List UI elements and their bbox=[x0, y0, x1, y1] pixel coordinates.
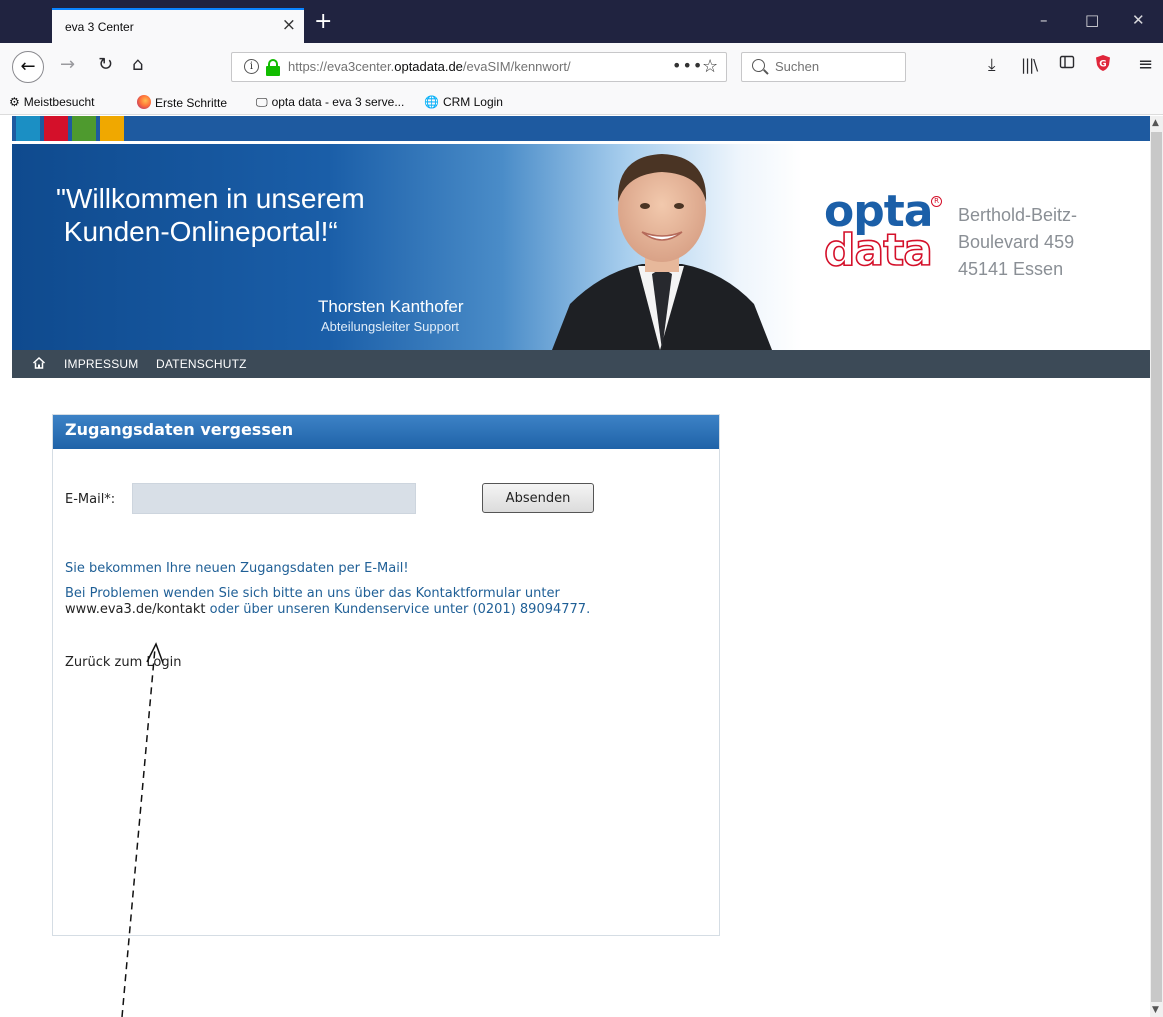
scrollbar[interactable]: ▲ ▼ bbox=[1150, 116, 1163, 1017]
new-tab-icon[interactable]: + bbox=[314, 10, 332, 34]
lock-icon[interactable] bbox=[266, 59, 280, 76]
scroll-thumb[interactable] bbox=[1151, 132, 1162, 1002]
person-role: Abteilungsleiter Support bbox=[321, 319, 460, 334]
url-bar[interactable]: i https://eva3center.optadata.de/evaSIM/… bbox=[231, 52, 727, 82]
tab-close-icon[interactable]: × bbox=[282, 14, 296, 36]
forgot-credentials-panel: Zugangsdaten vergessen E-Mail*: Absenden… bbox=[52, 414, 720, 936]
support-phone-text: oder über unseren Kundenservice unter (0… bbox=[205, 602, 591, 617]
bookmark-meistbesucht[interactable]: ⚙ Meistbesucht bbox=[9, 95, 94, 109]
menu-impressum[interactable]: IMPRESSUM bbox=[64, 357, 138, 371]
site-menu: IMPRESSUM DATENSCHUTZ bbox=[12, 350, 1150, 378]
address-line: Berthold-Beitz- bbox=[958, 205, 1078, 225]
address-line: Boulevard 459 bbox=[958, 232, 1075, 252]
search-icon bbox=[752, 59, 765, 72]
info-text: Sie bekommen Ihre neuen Zugangsdaten per… bbox=[65, 561, 409, 576]
close-window-icon[interactable]: ✕ bbox=[1132, 10, 1145, 30]
home-icon[interactable] bbox=[32, 356, 46, 370]
shield-extension-icon[interactable]: G bbox=[1095, 54, 1111, 78]
menu-datenschutz[interactable]: DATENSCHUTZ bbox=[156, 357, 247, 371]
color-square-blue bbox=[16, 116, 40, 141]
contact-link[interactable]: www.eva3.de/kontakt bbox=[65, 602, 205, 617]
email-label: E-Mail*: bbox=[65, 492, 116, 507]
logo-data: data bbox=[823, 225, 934, 276]
bookmark-star-icon[interactable]: ☆ bbox=[702, 56, 718, 77]
support-line: Bei Problemen wenden Sie sich bitte an u… bbox=[65, 586, 560, 601]
tab-eva3-center[interactable]: eva 3 Center × bbox=[52, 8, 304, 43]
firefox-icon bbox=[137, 95, 151, 109]
forward-icon[interactable]: → bbox=[60, 54, 75, 76]
color-square-red bbox=[44, 116, 68, 141]
submit-button[interactable]: Absenden bbox=[482, 483, 594, 513]
sidebar-icon[interactable] bbox=[1059, 54, 1075, 76]
registered-mark: R bbox=[931, 196, 942, 207]
bookmark-erste-schritte[interactable]: Erste Schritte bbox=[137, 95, 227, 110]
download-icon[interactable]: ⤓ bbox=[988, 54, 996, 76]
bookmark-opta-data[interactable]: 🖵 opta data - eva 3 serve... bbox=[256, 95, 404, 110]
panel-title: Zugangsdaten vergessen bbox=[53, 415, 719, 449]
person-name: Thorsten Kanthofer bbox=[318, 297, 464, 316]
welcome-text: "Willkommen in unserem Kunden-Onlineport… bbox=[56, 183, 365, 247]
scroll-up-icon[interactable]: ▲ bbox=[1152, 118, 1159, 128]
company-address: Berthold-Beitz- Boulevard 459 45141 Esse… bbox=[958, 202, 1077, 283]
library-icon[interactable]: |||\ bbox=[1021, 54, 1038, 76]
search-placeholder: Suchen bbox=[775, 59, 820, 74]
support-text: Bei Problemen wenden Sie sich bitte an u… bbox=[65, 586, 590, 618]
minimize-icon[interactable]: – bbox=[1040, 10, 1048, 30]
gear-icon: ⚙ bbox=[9, 95, 20, 109]
scroll-down-icon[interactable]: ▼ bbox=[1152, 1005, 1159, 1015]
page-actions-icon[interactable]: ••• bbox=[672, 56, 703, 75]
navigation-toolbar: ← → ↻ ⌂ i https://eva3center.optadata.de… bbox=[0, 43, 1163, 90]
menu-icon[interactable]: ≡ bbox=[1138, 54, 1153, 76]
info-icon[interactable]: i bbox=[244, 59, 259, 74]
tab-title: eva 3 Center bbox=[65, 20, 134, 34]
color-square-yellow bbox=[100, 116, 124, 141]
svg-text:G: G bbox=[1099, 60, 1106, 70]
monitor-icon: 🖵 bbox=[256, 95, 268, 109]
address-line: 45141 Essen bbox=[958, 259, 1064, 279]
maximize-icon[interactable]: □ bbox=[1085, 10, 1099, 30]
header-banner: "Willkommen in unserem Kunden-Onlineport… bbox=[12, 144, 1150, 350]
email-input[interactable] bbox=[132, 483, 416, 514]
page-viewport: "Willkommen in unserem Kunden-Onlineport… bbox=[12, 116, 1150, 1017]
globe-icon: 🌐 bbox=[424, 95, 439, 109]
back-to-login-link[interactable]: Zurück zum Login bbox=[65, 655, 181, 670]
tab-strip: eva 3 Center × + – □ ✕ bbox=[0, 0, 1163, 43]
top-color-strip bbox=[12, 116, 1150, 141]
back-icon[interactable]: ← bbox=[12, 51, 44, 83]
color-square-green bbox=[72, 116, 96, 141]
reload-icon[interactable]: ↻ bbox=[98, 54, 113, 76]
bookmarks-toolbar: ⚙ Meistbesucht Erste Schritte 🖵 opta data … bbox=[0, 90, 1163, 115]
support-line: www.eva3.de/kontakt oder über unseren Ku… bbox=[65, 602, 590, 618]
portrait-image bbox=[552, 154, 772, 350]
search-bar[interactable]: Suchen bbox=[741, 52, 906, 82]
url-text[interactable]: https://eva3center.optadata.de/evaSIM/ke… bbox=[288, 59, 658, 74]
home-icon[interactable]: ⌂ bbox=[132, 54, 143, 76]
bookmark-crm-login[interactable]: 🌐 CRM Login bbox=[424, 95, 503, 109]
